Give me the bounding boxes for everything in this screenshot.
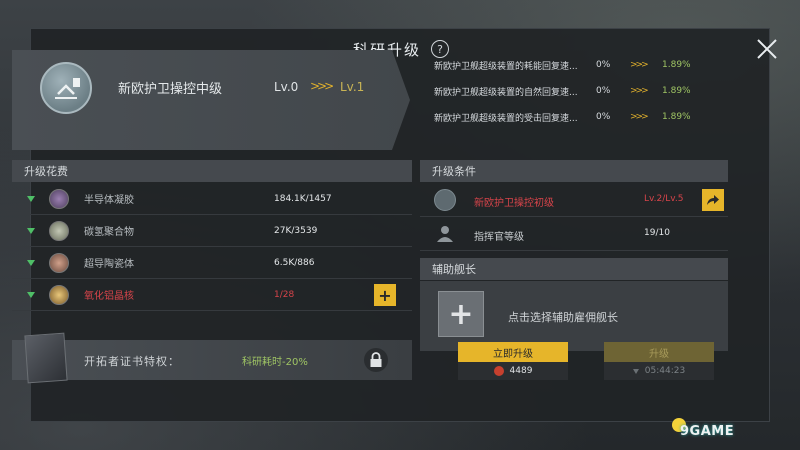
upgrade-button[interactable]: 升级 <box>604 342 714 362</box>
cost-list: 半导体凝胶 184.1K/1457 碳氢聚合物 27K/3539 超导陶瓷体 6… <box>12 183 412 311</box>
effect-to: 1.89% <box>662 86 691 96</box>
cost-row[interactable]: 碳氢聚合物 27K/3539 <box>12 215 412 247</box>
pioneer-certificate-icon <box>24 332 68 384</box>
instant-upgrade-button[interactable]: 立即升级 <box>458 342 568 362</box>
instant-cost-value: 4489 <box>509 366 533 376</box>
research-summary: 新欧护卫操控中级 Lv.0 >>> Lv.1 <box>12 50 410 150</box>
conditions-header: 升级条件 <box>420 160 728 182</box>
alumina-crystal-icon <box>49 284 69 305</box>
cost-row[interactable]: 超导陶瓷体 6.5K/886 <box>12 247 412 279</box>
assist-captain-hint: 点击选择辅助雇佣舰长 <box>508 311 618 324</box>
resource-name: 超导陶瓷体 <box>84 259 134 270</box>
condition-name: 指挥官等级 <box>474 232 524 243</box>
expand-triangle-icon <box>27 291 35 298</box>
perk-label: 开拓者证书特权： <box>84 355 180 368</box>
instant-upgrade-cost: 4489 <box>458 362 568 380</box>
lock-icon[interactable] <box>364 348 388 372</box>
condition-value: 19/10 <box>644 228 670 238</box>
upgrade-time: 05:44:23 <box>604 362 714 380</box>
perk-value: 科研耗时-20% <box>242 357 308 368</box>
resource-value: 6.5K/886 <box>274 257 315 268</box>
semiconductor-gel-icon <box>49 188 69 209</box>
conditions-list: 新欧护卫操控初级 Lv.2/Lv.5 指挥官等级 19/10 <box>420 183 728 251</box>
currency-icon <box>493 366 504 376</box>
effect-row: 新欧护卫舰超级装置的自然回复速... 0% >>> 1.89% <box>434 78 728 104</box>
effect-name: 新欧护卫舰超级装置的自然回复速... <box>434 87 578 98</box>
research-node-icon <box>40 62 92 114</box>
research-banner: 新欧护卫操控中级 Lv.0 >>> Lv.1 新欧护卫舰超级装置的耗能回复速..… <box>12 50 728 150</box>
superconducting-ceramic-icon <box>49 252 69 273</box>
cost-header: 升级花费 <box>12 160 412 182</box>
resource-value: 27K/3539 <box>274 225 318 236</box>
effect-from: 0% <box>596 60 611 70</box>
level-arrow-icon: >>> <box>310 79 334 93</box>
effect-list: 新欧护卫舰超级装置的耗能回复速... 0% >>> 1.89% 新欧护卫舰超级装… <box>434 52 728 130</box>
research-node-icon <box>434 189 456 211</box>
condition-value: Lv.2/Lv.5 <box>644 194 684 204</box>
assist-captain-panel[interactable]: + 点击选择辅助雇佣舰长 <box>420 281 728 351</box>
condition-name: 新欧护卫操控初级 <box>474 198 554 209</box>
add-resource-button[interactable]: + <box>374 284 396 306</box>
effect-row: 新欧护卫舰超级装置的受击回复速... 0% >>> 1.89% <box>434 104 728 130</box>
effect-to: 1.89% <box>662 112 691 122</box>
upgrade-time-value: 05:44:23 <box>644 366 686 376</box>
level-to: Lv.1 <box>340 80 365 94</box>
goto-arrow-icon <box>707 195 719 205</box>
commander-icon <box>434 223 456 245</box>
expand-triangle-icon <box>27 259 35 266</box>
condition-row: 指挥官等级 19/10 <box>420 217 728 251</box>
resource-value: 1/28 <box>274 289 295 300</box>
condition-row: 新欧护卫操控初级 Lv.2/Lv.5 <box>420 183 728 217</box>
resource-name: 半导体凝胶 <box>84 195 134 206</box>
assist-captain-header: 辅助舰长 <box>420 258 728 280</box>
expand-triangle-icon <box>27 227 35 234</box>
research-name: 新欧护卫操控中级 <box>118 82 223 97</box>
effect-row: 新欧护卫舰超级装置的耗能回复速... 0% >>> 1.89% <box>434 52 728 78</box>
resource-name: 氧化铝晶核 <box>84 291 134 302</box>
effect-from: 0% <box>596 112 611 122</box>
timer-icon <box>632 368 639 374</box>
effect-arrow-icon: >>> <box>630 112 649 122</box>
effect-arrow-icon: >>> <box>630 86 649 96</box>
add-captain-button[interactable]: + <box>438 291 484 337</box>
resource-value: 184.1K/1457 <box>274 193 332 204</box>
close-icon[interactable] <box>755 37 779 61</box>
effect-from: 0% <box>596 86 611 96</box>
cost-row[interactable]: 半导体凝胶 184.1K/1457 <box>12 183 412 215</box>
level-from: Lv.0 <box>274 80 299 94</box>
watermark: 9GAME <box>680 424 735 439</box>
hydrocarbon-polymer-icon <box>49 220 69 241</box>
expand-triangle-icon <box>27 195 35 202</box>
resource-name: 碳氢聚合物 <box>84 227 134 238</box>
effect-arrow-icon: >>> <box>630 60 649 70</box>
effect-name: 新欧护卫舰超级装置的受击回复速... <box>434 113 578 124</box>
effect-name: 新欧护卫舰超级装置的耗能回复速... <box>434 61 578 72</box>
pioneer-perk-bar: 开拓者证书特权： 科研耗时-20% <box>12 332 412 384</box>
goto-button[interactable] <box>702 189 724 211</box>
effect-to: 1.89% <box>662 60 691 70</box>
cost-row[interactable]: 氧化铝晶核 1/28 + <box>12 279 412 311</box>
